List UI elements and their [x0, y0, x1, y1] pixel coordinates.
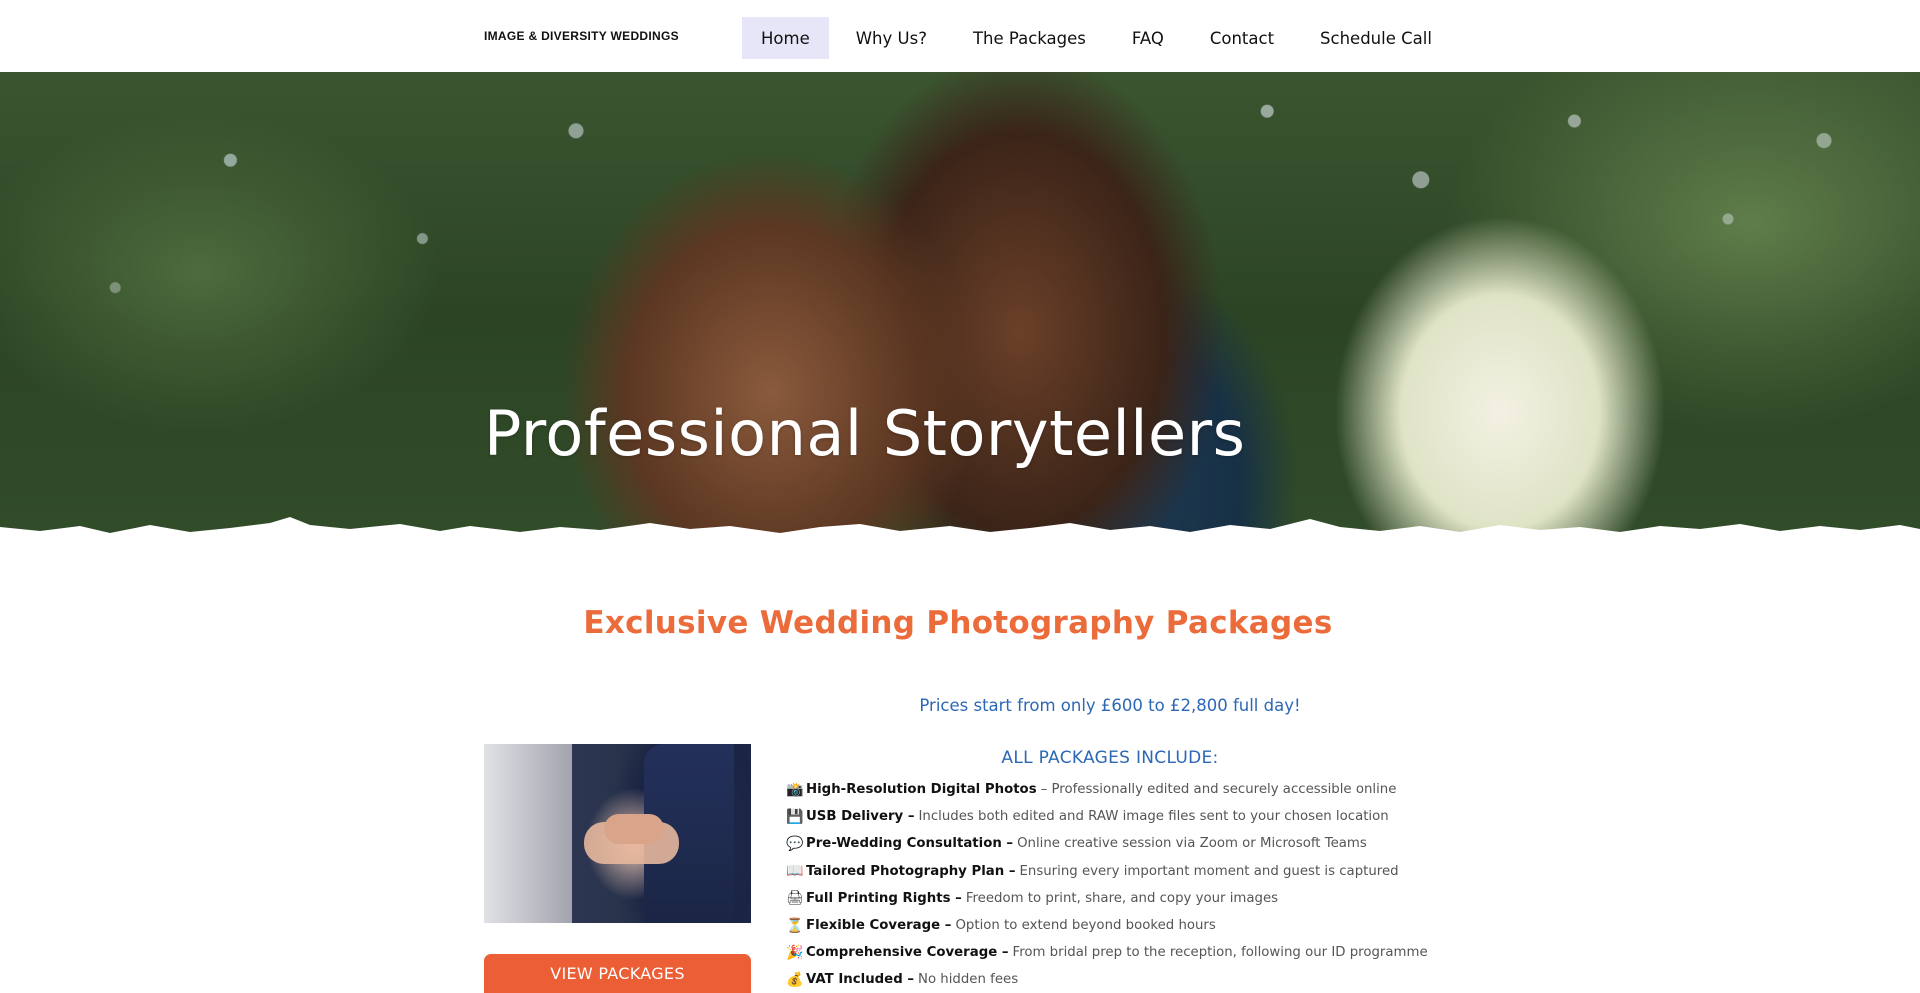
- list-item: 📸 High-Resolution Digital Photos – Profess…: [786, 776, 1428, 803]
- photo-veil: [484, 744, 572, 923]
- nav-item-schedule-call[interactable]: Schedule Call: [1301, 17, 1451, 59]
- floppy-disk-icon: 💾: [786, 808, 804, 825]
- site-header: IMAGE & DIVERSITY WEDDINGS Home Why Us? …: [0, 0, 1920, 72]
- include-text: Online creative session via Zoom or Micr…: [1017, 836, 1367, 852]
- includes-list: 📸 High-Resolution Digital Photos – Profess…: [786, 776, 1428, 993]
- include-title: High-Resolution Digital Photos: [806, 782, 1037, 798]
- nav-item-why-us[interactable]: Why Us?: [837, 17, 946, 59]
- money-bag-icon: 💰: [786, 971, 804, 988]
- list-item: 💾 USB Delivery – Includes both edited and …: [786, 803, 1428, 830]
- open-book-icon: 📖: [786, 863, 804, 880]
- section-title: Exclusive Wedding Photography Packages: [583, 605, 1333, 641]
- includes-heading: ALL PACKAGES INCLUDE:: [1001, 748, 1219, 768]
- list-item: 💬 Pre-Wedding Consultation – Online creati…: [786, 830, 1428, 857]
- hero-title: Professional Storytellers: [484, 397, 1246, 470]
- include-text: – Professionally edited and securely acc…: [1040, 782, 1397, 798]
- list-item: 💰 VAT Included – No hidden fees: [786, 966, 1428, 993]
- torn-paper-divider: [0, 517, 1920, 562]
- site-logo[interactable]: IMAGE & DIVERSITY WEDDINGS: [484, 29, 679, 43]
- include-text: From bridal prep to the reception, follo…: [1012, 945, 1428, 961]
- photo-hands-detail: [604, 814, 664, 844]
- prices-text: Prices start from only £600 to £2,800 fu…: [919, 696, 1301, 715]
- include-text: No hidden fees: [918, 972, 1019, 988]
- include-title: Comprehensive Coverage –: [806, 945, 1009, 961]
- main-nav: Home Why Us? The Packages FAQ Contact Sc…: [742, 17, 1459, 59]
- include-text: Freedom to print, share, and copy your i…: [965, 890, 1279, 906]
- include-title: Pre-Wedding Consultation –: [806, 836, 1014, 852]
- speech-bubble-icon: 💬: [786, 835, 804, 852]
- printer-icon: 🖨: [786, 890, 804, 907]
- include-title: VAT Included –: [806, 972, 914, 988]
- include-title: Tailored Photography Plan –: [806, 863, 1016, 879]
- view-packages-button[interactable]: VIEW PACKAGES: [484, 954, 751, 993]
- include-title: Full Printing Rights –: [806, 890, 962, 906]
- include-text: Includes both edited and RAW image files…: [918, 809, 1389, 825]
- include-text: Ensuring every important moment and gues…: [1019, 863, 1399, 879]
- include-title: USB Delivery –: [806, 809, 915, 825]
- list-item: 📖 Tailored Photography Plan – Ensuring eve…: [786, 858, 1428, 885]
- nav-item-packages[interactable]: The Packages: [954, 17, 1105, 59]
- list-item: ⏳ Flexible Coverage – Option to extend bey…: [786, 912, 1428, 939]
- nav-item-home[interactable]: Home: [742, 17, 829, 59]
- nav-item-faq[interactable]: FAQ: [1113, 17, 1183, 59]
- include-title: Flexible Coverage –: [806, 918, 952, 934]
- list-item: 🖨 Full Printing Rights – Freedom to print,…: [786, 885, 1428, 912]
- include-text: Option to extend beyond booked hours: [955, 918, 1216, 934]
- list-item: 🎉 Comprehensive Coverage – From bridal pre…: [786, 939, 1428, 966]
- hero-background-image: [0, 72, 1920, 562]
- wedding-rings-photo: [484, 744, 751, 923]
- camera-flash-icon: 📸: [786, 781, 804, 798]
- hourglass-icon: ⏳: [786, 917, 804, 934]
- nav-item-contact[interactable]: Contact: [1191, 17, 1293, 59]
- party-popper-icon: 🎉: [786, 944, 804, 961]
- hero-banner: Professional Storytellers: [0, 72, 1920, 562]
